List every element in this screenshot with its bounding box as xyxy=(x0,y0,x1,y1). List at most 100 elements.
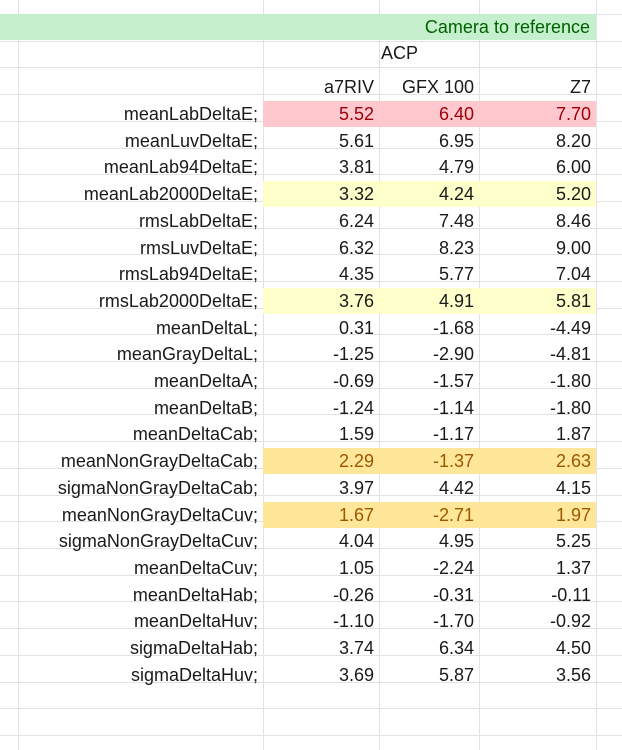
row-label-cell[interactable]: sigmaDeltaHuv; xyxy=(0,662,263,688)
value-cell[interactable]: -1.37 xyxy=(379,448,479,475)
row-label-cell[interactable]: sigmaNonGrayDeltaCuv; xyxy=(0,528,263,554)
row-label-cell[interactable]: meanDeltaHuv; xyxy=(0,608,263,634)
value-cell[interactable]: 1.59 xyxy=(263,421,379,447)
row-label-cell[interactable]: meanLab94DeltaE; xyxy=(0,154,263,180)
value-cell[interactable]: -0.69 xyxy=(263,368,379,394)
value-cell[interactable]: -1.80 xyxy=(479,395,596,421)
value-cell[interactable]: 0.31 xyxy=(263,315,379,341)
table-row: rmsLabDeltaE; 6.24 7.48 8.46 xyxy=(0,208,622,234)
value-cell[interactable]: 4.04 xyxy=(263,528,379,554)
row-label-cell[interactable]: meanDeltaA; xyxy=(0,368,263,394)
value-cell[interactable]: 5.87 xyxy=(379,662,479,688)
value-cell[interactable]: -0.92 xyxy=(479,608,596,634)
table-row: rmsLuvDeltaE; 6.32 8.23 9.00 xyxy=(0,235,622,261)
value-cell[interactable]: 4.42 xyxy=(379,475,479,501)
value-cell[interactable]: 5.20 xyxy=(479,181,596,208)
row-label-cell[interactable]: meanNonGrayDeltaCuv; xyxy=(0,502,263,528)
value-cell[interactable]: -1.17 xyxy=(379,421,479,447)
row-label-cell[interactable]: rmsLab94DeltaE; xyxy=(0,261,263,287)
value-cell[interactable]: 2.63 xyxy=(479,448,596,475)
row-label-cell[interactable]: rmsLabDeltaE; xyxy=(0,208,263,234)
value-cell[interactable]: 7.70 xyxy=(479,101,596,127)
row-label-cell[interactable]: meanDeltaCab; xyxy=(0,421,263,447)
value-cell[interactable]: -1.10 xyxy=(263,608,379,634)
group-header-acp[interactable]: ACP xyxy=(379,40,479,66)
value-cell[interactable]: 3.32 xyxy=(263,181,379,208)
value-cell[interactable]: 7.04 xyxy=(479,261,596,287)
col-header-gfx100[interactable]: GFX 100 xyxy=(379,74,479,100)
value-cell[interactable]: -4.81 xyxy=(479,341,596,367)
value-cell[interactable]: 5.61 xyxy=(263,128,379,154)
value-cell[interactable]: 3.97 xyxy=(263,475,379,501)
row-label-cell[interactable]: sigmaDeltaHab; xyxy=(0,635,263,661)
value-cell[interactable]: 1.97 xyxy=(479,501,596,528)
value-cell[interactable]: -0.31 xyxy=(379,582,479,608)
value-cell[interactable]: -2.90 xyxy=(379,341,479,367)
table-row: meanLab2000DeltaE; 3.32 4.24 5.20 xyxy=(0,181,622,208)
row-label-cell[interactable]: meanDeltaHab; xyxy=(0,582,263,608)
value-cell[interactable]: 2.29 xyxy=(263,448,379,475)
value-cell[interactable]: 3.81 xyxy=(263,154,379,180)
value-cell[interactable]: 3.56 xyxy=(479,662,596,688)
value-cell[interactable]: 6.95 xyxy=(379,128,479,154)
table-row: sigmaDeltaHuv; 3.69 5.87 3.56 xyxy=(0,662,622,688)
table-row: meanDeltaA; -0.69 -1.57 -1.80 xyxy=(0,368,622,394)
value-cell[interactable]: 3.76 xyxy=(263,287,379,314)
row-label-cell[interactable]: meanDeltaCuv; xyxy=(0,555,263,581)
value-cell[interactable]: 5.81 xyxy=(479,287,596,314)
value-cell[interactable]: 3.74 xyxy=(263,635,379,661)
row-label-cell[interactable]: rmsLuvDeltaE; xyxy=(0,235,263,261)
value-cell[interactable]: 1.37 xyxy=(479,555,596,581)
value-cell[interactable]: -1.68 xyxy=(379,315,479,341)
value-cell[interactable]: 7.48 xyxy=(379,208,479,234)
banner-cell-camera-to-reference[interactable]: Camera to reference xyxy=(0,14,596,40)
value-cell[interactable]: -0.11 xyxy=(479,582,596,608)
value-cell[interactable]: 6.24 xyxy=(263,208,379,234)
value-cell[interactable]: -1.14 xyxy=(379,395,479,421)
value-cell[interactable]: 4.95 xyxy=(379,528,479,554)
value-cell[interactable]: 1.67 xyxy=(263,501,379,528)
value-cell[interactable]: 6.00 xyxy=(479,154,596,180)
col-header-z7[interactable]: Z7 xyxy=(479,74,596,100)
value-cell[interactable]: 4.35 xyxy=(263,261,379,287)
row-label-cell[interactable]: meanLabDeltaE; xyxy=(0,101,263,127)
value-cell[interactable]: 8.23 xyxy=(379,235,479,261)
value-cell[interactable]: 4.79 xyxy=(379,154,479,180)
value-cell[interactable]: 4.15 xyxy=(479,475,596,501)
row-label-cell[interactable]: meanGrayDeltaL; xyxy=(0,341,263,367)
row-label-cell[interactable]: sigmaNonGrayDeltaCab; xyxy=(0,475,263,501)
row-label-cell[interactable]: meanDeltaL; xyxy=(0,315,263,341)
value-cell[interactable]: -2.24 xyxy=(379,555,479,581)
value-cell[interactable]: -4.49 xyxy=(479,315,596,341)
value-cell[interactable]: 6.32 xyxy=(263,235,379,261)
value-cell[interactable]: -0.26 xyxy=(263,582,379,608)
value-cell[interactable]: 3.69 xyxy=(263,662,379,688)
row-label-cell[interactable]: meanLuvDeltaE; xyxy=(0,128,263,154)
value-cell[interactable]: 4.50 xyxy=(479,635,596,661)
column-header-row: a7RIV GFX 100 Z7 xyxy=(0,74,622,100)
value-cell[interactable]: 6.34 xyxy=(379,635,479,661)
value-cell[interactable]: 6.40 xyxy=(379,101,479,127)
value-cell[interactable]: -1.70 xyxy=(379,608,479,634)
value-cell[interactable]: -2.71 xyxy=(379,501,479,528)
value-cell[interactable]: 8.46 xyxy=(479,208,596,234)
value-cell[interactable]: 5.52 xyxy=(263,101,379,127)
value-cell[interactable]: 5.77 xyxy=(379,261,479,287)
value-cell[interactable]: 9.00 xyxy=(479,235,596,261)
col-header-a7riv[interactable]: a7RIV xyxy=(263,74,379,100)
value-cell[interactable]: -1.25 xyxy=(263,341,379,367)
value-cell[interactable]: 1.87 xyxy=(479,421,596,447)
value-cell[interactable]: -1.24 xyxy=(263,395,379,421)
value-cell[interactable]: -1.80 xyxy=(479,368,596,394)
row-label-cell[interactable]: meanDeltaB; xyxy=(0,395,263,421)
row-label-cell[interactable]: meanNonGrayDeltaCab; xyxy=(0,448,263,474)
value-cell[interactable]: 4.91 xyxy=(379,287,479,314)
value-cell[interactable]: 1.05 xyxy=(263,555,379,581)
value-cell[interactable]: -1.57 xyxy=(379,368,479,394)
value-cell[interactable]: 4.24 xyxy=(379,181,479,208)
table-row: rmsLab2000DeltaE; 3.76 4.91 5.81 xyxy=(0,287,622,314)
value-cell[interactable]: 8.20 xyxy=(479,128,596,154)
row-label-cell[interactable]: meanLab2000DeltaE; xyxy=(0,181,263,207)
value-cell[interactable]: 5.25 xyxy=(479,528,596,554)
row-label-cell[interactable]: rmsLab2000DeltaE; xyxy=(0,288,263,314)
